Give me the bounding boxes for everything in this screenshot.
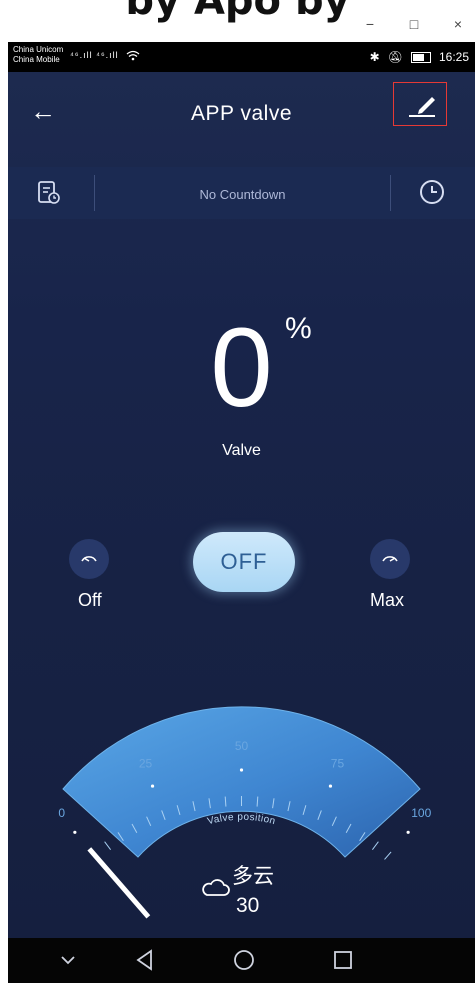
- gauge-tick-label: 50: [235, 739, 249, 753]
- battery-icon: [410, 51, 431, 63]
- signal-icons: ⁴⁶.ıll ⁴⁶.ıll: [70, 50, 140, 61]
- gauge-band: [62, 706, 421, 858]
- bluetooth-icon: ✱: [369, 50, 380, 64]
- maximize-button[interactable]: □: [405, 16, 423, 32]
- nav-recents-icon[interactable]: [333, 950, 353, 970]
- power-toggle-button[interactable]: OFF: [193, 532, 295, 592]
- clock-icon[interactable]: [418, 178, 446, 206]
- carrier-2: China Mobile: [13, 55, 60, 64]
- gauge-tick-dot: [406, 830, 410, 834]
- gauge-tick: [384, 851, 392, 860]
- android-nav-bar: [8, 938, 475, 983]
- gauge-tick: [371, 841, 379, 850]
- weather-condition: 多云: [232, 865, 274, 888]
- gauge-tick-dot: [73, 830, 77, 834]
- gauge-tick-dot: [150, 784, 155, 788]
- gauge-tick-label: 100: [411, 806, 431, 820]
- percent-unit: %: [285, 312, 312, 345]
- nav-home-icon[interactable]: [233, 949, 255, 971]
- status-time: 16:25: [438, 50, 469, 64]
- hide-keyboard-icon[interactable]: [60, 954, 76, 966]
- valve-label: Valve: [222, 442, 261, 459]
- gauge-tick-label: 25: [139, 756, 153, 770]
- gauge-tick: [104, 841, 112, 850]
- countdown-text[interactable]: No Countdown: [95, 187, 390, 202]
- countdown-divider-right: [390, 175, 391, 211]
- gauge-high-icon: [382, 556, 398, 562]
- mute-icon: 🔕︎: [387, 50, 403, 64]
- gauge-tick-dot: [328, 784, 333, 788]
- max-label: Max: [370, 590, 405, 610]
- off-preset-button[interactable]: [69, 539, 109, 579]
- carrier-names: China Unicom China Mobile: [13, 45, 63, 65]
- max-preset-button[interactable]: [370, 539, 410, 579]
- close-button[interactable]: ×: [449, 16, 467, 32]
- gauge-low-icon: [81, 556, 97, 562]
- window-controls: − □ ×: [361, 16, 467, 32]
- gauge-tick-dot: [239, 768, 244, 772]
- wifi-icon: [126, 50, 140, 61]
- edit-pencil-icon[interactable]: [405, 90, 439, 120]
- gauge-tick-label: 75: [331, 756, 345, 770]
- phone-status-bar: China Unicom China Mobile ⁴⁶.ıll ⁴⁶.ıll …: [8, 42, 475, 72]
- minimize-button[interactable]: −: [361, 16, 379, 32]
- gauge-tick-label: 0: [58, 806, 65, 820]
- status-right: ✱ 🔕︎ 16:25: [370, 50, 469, 64]
- weather-temperature: 30: [236, 894, 260, 917]
- gauge-tick: [256, 796, 259, 807]
- carrier-1: China Unicom: [13, 45, 64, 54]
- app-screen: ← APP valve No Countdown 0 % Valve Off O…: [8, 72, 475, 938]
- svg-text:Valve position: Valve position: [206, 812, 276, 828]
- schedule-list-icon[interactable]: [36, 180, 62, 206]
- valve-percent-value: 0: [210, 305, 273, 430]
- nav-back-icon[interactable]: [135, 949, 155, 971]
- gauge-tick: [224, 796, 227, 807]
- signal-bars-icon: ⁴⁶.ıll ⁴⁶.ıll: [70, 50, 119, 60]
- gauge-needle[interactable]: [87, 847, 151, 919]
- off-label: Off: [78, 590, 102, 610]
- cloud-icon: [202, 879, 230, 896]
- gauge-caption: Valve position: [206, 812, 276, 828]
